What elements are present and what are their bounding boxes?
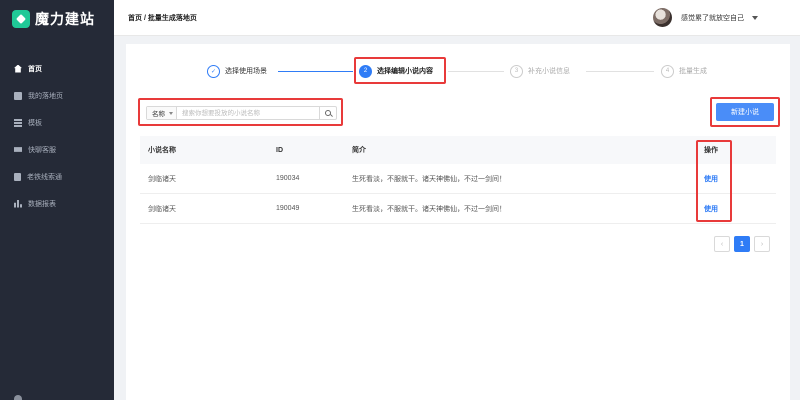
step-progress: ✓ 选择使用场景 2 选择编辑小说内容 3 补充小说信息 4 批量生成: [126, 44, 790, 94]
check-icon: ✓: [207, 64, 220, 78]
avatar[interactable]: [653, 8, 672, 27]
step-connector: [448, 71, 504, 72]
sidebar-item-label: 数据报表: [28, 200, 56, 208]
username: 感觉累了就放空自己: [681, 14, 744, 22]
sidebar-item-leads[interactable]: 老铁线索通: [0, 163, 114, 190]
breadcrumb: 首页 / 批量生成落地页: [128, 14, 197, 22]
home-icon: [14, 64, 22, 73]
step-label: 选择编辑小说内容: [377, 68, 433, 75]
cell-name: 剑临诸天: [148, 175, 176, 183]
cell-name: 剑临诸天: [148, 205, 176, 213]
sidebar-item-label: 模板: [28, 119, 42, 127]
step-2: 2 选择编辑小说内容: [359, 64, 433, 78]
step-label: 批量生成: [679, 68, 707, 75]
logo[interactable]: 魔力建站: [0, 0, 114, 38]
logo-text: 魔力建站: [35, 11, 95, 27]
step-connector: [278, 71, 353, 72]
cell-intro: 生死看淡，不服就干。诸天神佛仙，不过一剑间！: [352, 175, 506, 183]
page-1-button[interactable]: 1: [734, 236, 750, 252]
sidebar-item-home[interactable]: 首页: [0, 55, 114, 82]
logo-cube-icon: [12, 10, 30, 28]
search-icon: [325, 110, 331, 116]
search-field-label: 名称: [152, 111, 165, 118]
step-1: ✓ 选择使用场景: [207, 64, 267, 78]
sidebar-item-templates[interactable]: 模板: [0, 109, 114, 136]
step-label: 补充小说信息: [528, 68, 570, 75]
table-header: 小说名称 ID 简介 操作: [140, 136, 776, 164]
actions-highlight-box: [696, 140, 732, 222]
grid-icon: [14, 118, 22, 127]
user-menu[interactable]: 感觉累了就放空自己: [653, 8, 758, 27]
step-label: 选择使用场景: [225, 68, 267, 75]
main-card: ✓ 选择使用场景 2 选择编辑小说内容 3 补充小说信息 4 批量生成 名称 搜…: [126, 44, 790, 400]
page-icon: [14, 91, 22, 100]
bar-chart-icon: [14, 199, 22, 208]
table-row: 剑临诸天 190034 生死看淡，不服就干。诸天神佛仙，不过一剑间！ 使用: [140, 164, 776, 194]
search-input[interactable]: [177, 107, 319, 119]
sidebar-menu: 首页 我的落地页 模板 快聊客服 老铁线索通 数据报表: [0, 55, 114, 217]
step-3: 3 补充小说信息: [510, 64, 570, 78]
search-button[interactable]: [319, 107, 336, 119]
search-bar: 名称: [146, 106, 337, 120]
novel-table: 小说名称 ID 简介 操作 剑临诸天 190034 生死看淡，不服就干。诸天神佛…: [140, 136, 776, 224]
step-number: 4: [661, 64, 674, 78]
sidebar-item-reports[interactable]: 数据报表: [0, 190, 114, 217]
sidebar: 魔力建站 首页 我的落地页 模板 快聊客服 老铁线索通 数据报表: [0, 0, 114, 400]
chevron-down-icon: [169, 111, 173, 115]
sidebar-item-label: 我的落地页: [28, 92, 63, 100]
column-header-intro: 简介: [352, 147, 366, 154]
column-header-id: ID: [276, 146, 283, 154]
sidebar-item-label: 首页: [28, 65, 42, 73]
prev-page-button[interactable]: ‹: [714, 236, 730, 252]
next-page-button[interactable]: ›: [754, 236, 770, 252]
sidebar-item-my-pages[interactable]: 我的落地页: [0, 82, 114, 109]
column-header-name: 小说名称: [148, 147, 176, 154]
phone-icon: [14, 172, 21, 181]
step-number: 3: [510, 64, 523, 78]
service-icon: [14, 147, 22, 152]
cell-id: 190034: [276, 175, 300, 182]
chevron-down-icon[interactable]: [752, 15, 758, 20]
table-row: 剑临诸天 190049 生死看淡，不服就干。诸天神佛仙，不过一剑间！ 使用: [140, 194, 776, 224]
pagination: ‹ 1 ›: [714, 236, 770, 252]
new-novel-button[interactable]: 新建小说: [716, 103, 774, 121]
search-field-select[interactable]: 名称: [147, 107, 177, 119]
cell-id: 190049: [276, 205, 300, 212]
step-number: 2: [359, 64, 372, 78]
search-highlight-box: 名称: [138, 98, 343, 126]
sidebar-item-label: 老铁线索通: [27, 173, 62, 181]
sidebar-item-customer-service[interactable]: 快聊客服: [0, 136, 114, 163]
step-4: 4 批量生成: [661, 64, 707, 78]
sidebar-item-label: 快聊客服: [28, 146, 56, 154]
new-button-highlight-box: 新建小说: [710, 97, 780, 127]
collapse-icon[interactable]: [14, 395, 22, 400]
top-header: 首页 / 批量生成落地页 感觉累了就放空自己: [114, 0, 800, 36]
step-connector: [586, 71, 654, 72]
cell-intro: 生死看淡，不服就干。诸天神佛仙，不过一剑间！: [352, 205, 506, 213]
